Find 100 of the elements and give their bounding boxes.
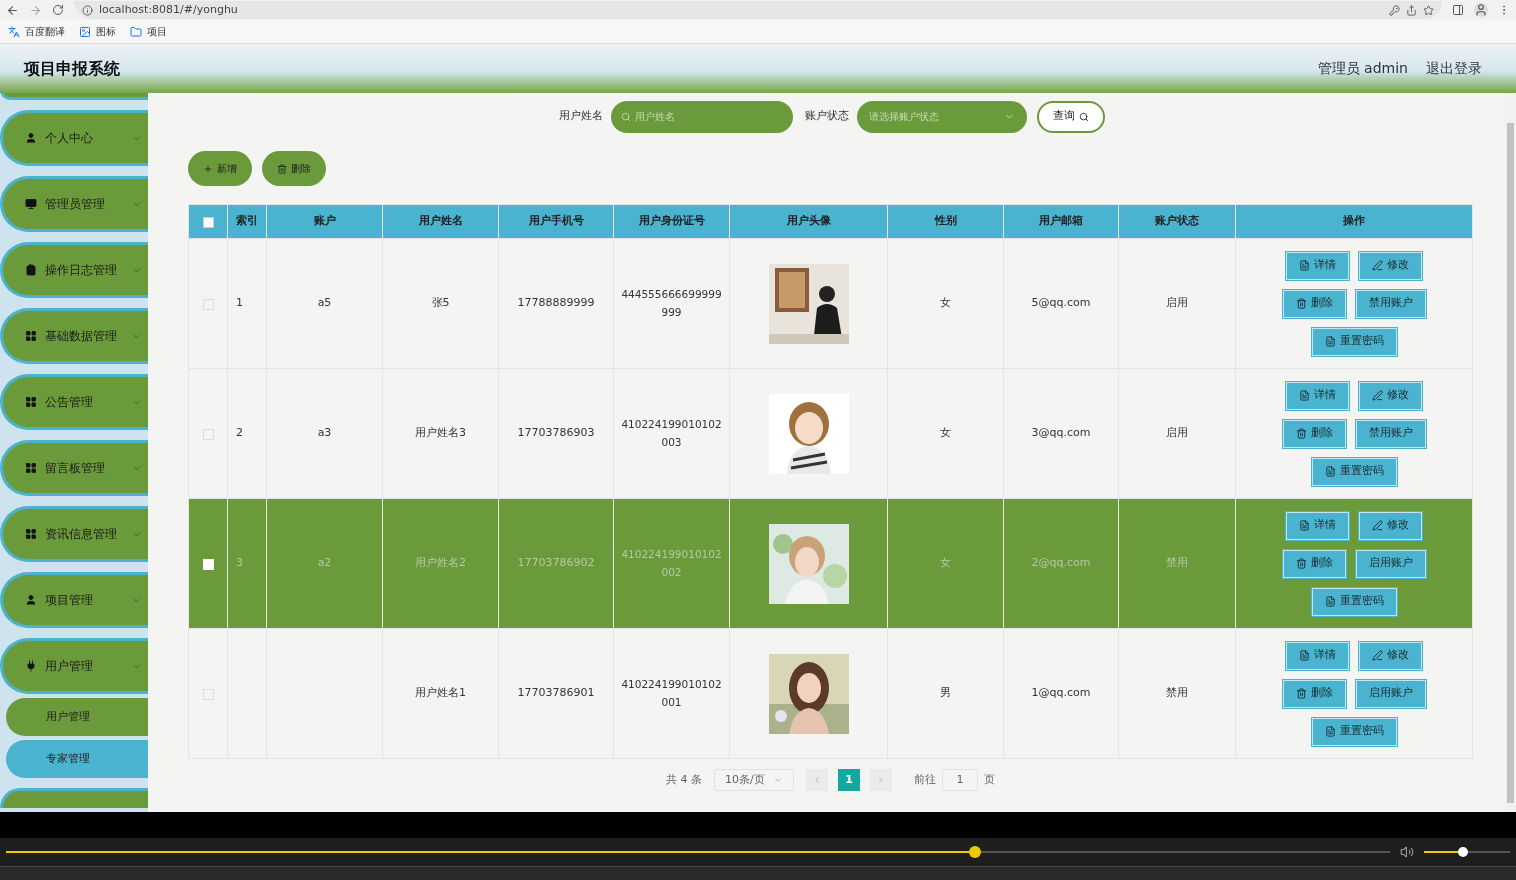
toolbar-button[interactable]: 删除 bbox=[262, 151, 326, 186]
action-button[interactable]: 修改 bbox=[1359, 381, 1422, 410]
query-button[interactable]: 查询 bbox=[1037, 100, 1105, 133]
reload-icon[interactable] bbox=[52, 4, 64, 16]
info-icon bbox=[82, 4, 93, 16]
share-icon[interactable] bbox=[1406, 4, 1417, 16]
sidebar-item[interactable]: 留言板管理 bbox=[0, 440, 148, 496]
document-icon bbox=[1324, 466, 1336, 477]
action-button[interactable]: 删除 bbox=[1282, 679, 1346, 708]
side-panel-icon[interactable] bbox=[1452, 4, 1464, 16]
table-cell: 1 bbox=[236, 296, 243, 310]
sidebar-item[interactable]: 操作日志管理 bbox=[0, 242, 148, 298]
sidebar-item[interactable]: 用户管理 bbox=[0, 638, 148, 694]
sidebar-item[interactable]: 管理员管理 bbox=[0, 176, 148, 232]
action-button[interactable]: 禁用账户 bbox=[1355, 289, 1426, 318]
sidebar-item[interactable]: 项目管理 bbox=[0, 572, 148, 628]
action-button[interactable]: 重置密码 bbox=[1311, 327, 1397, 356]
trash-icon bbox=[1295, 558, 1307, 569]
table-cell: 1@qq.com bbox=[1031, 686, 1091, 700]
field-label: 账户状态 bbox=[805, 108, 849, 125]
pen-icon bbox=[1372, 650, 1383, 661]
action-button[interactable]: 修改 bbox=[1359, 251, 1422, 280]
column-header: 用户身份证号 bbox=[613, 204, 730, 239]
table-cell: 17788889999 bbox=[517, 296, 595, 310]
table-cell: 禁用 bbox=[1166, 686, 1188, 700]
table-row[interactable]: 用户姓名1 17703786901 410224199010102001 男 1@qq.com 禁用 详情 修改 删除 启用账户 重置密码 bbox=[188, 628, 1473, 759]
sidebar-item[interactable]: 个人中心 bbox=[0, 110, 148, 166]
table-cell: 启用 bbox=[1166, 296, 1188, 310]
plus-icon bbox=[203, 163, 213, 174]
action-button[interactable]: 启用账户 bbox=[1355, 679, 1426, 708]
action-button[interactable]: 启用账户 bbox=[1355, 549, 1426, 578]
table-row[interactable]: 2 a3 用户姓名3 17703786903 410224199010102003 女 3@qq.com 启用 详情 修改 删除 禁用账户 重置密码 bbox=[188, 368, 1473, 499]
table-cell: 用户姓名1 bbox=[415, 686, 466, 700]
action-button[interactable]: 详情 bbox=[1286, 511, 1349, 540]
bookmark[interactable]: 项目 bbox=[130, 24, 167, 39]
action-button[interactable]: 重置密码 bbox=[1311, 457, 1397, 486]
action-button[interactable]: 删除 bbox=[1282, 549, 1346, 578]
table-row[interactable]: 1 a5 张5 17788889999 444555666699999999 女 5@qq.com 启用 详情 修改 删除 禁用账户 重置密码 bbox=[188, 238, 1473, 369]
action-button[interactable]: 重置密码 bbox=[1311, 717, 1397, 746]
submenu-item[interactable]: 用户管理 bbox=[6, 698, 148, 736]
bookmark[interactable]: 百度翻译 bbox=[8, 24, 65, 39]
table-cell: 3@qq.com bbox=[1031, 426, 1091, 440]
action-button[interactable]: 详情 bbox=[1286, 251, 1349, 280]
document-icon bbox=[1299, 390, 1310, 401]
chevron-left-icon bbox=[812, 775, 822, 785]
star-icon[interactable] bbox=[1423, 4, 1434, 16]
column-header: 操作 bbox=[1235, 204, 1473, 239]
table-cell: 17703786901 bbox=[517, 686, 595, 700]
sidebar-item[interactable]: 资讯信息管理 bbox=[0, 506, 148, 562]
chevron-down-icon bbox=[773, 775, 783, 785]
column-header: 用户邮箱 bbox=[1003, 204, 1119, 239]
page-size-select[interactable]: 10条/页 bbox=[714, 769, 794, 791]
table-row[interactable]: 3 a2 用户姓名2 17703786902 410224199010102002 女 2@qq.com 禁用 详情 修改 删除 启用账户 重置密码 bbox=[188, 498, 1473, 629]
volume-thumb[interactable] bbox=[1457, 847, 1468, 857]
column-header: 性别 bbox=[887, 204, 1004, 239]
table-cell-text: 410224199010102001 bbox=[620, 677, 723, 711]
goto-label: 前往 bbox=[914, 771, 936, 788]
address-bar[interactable]: localhost:8081/#/yonghu bbox=[74, 1, 1442, 19]
chevron-right-icon bbox=[876, 775, 886, 785]
table-cell: a5 bbox=[317, 296, 332, 310]
sidebar-item[interactable]: 基础数据管理 bbox=[0, 308, 148, 364]
table-cell: 张5 bbox=[431, 296, 450, 310]
field-label: 用户姓名 bbox=[559, 108, 603, 125]
action-button[interactable]: 修改 bbox=[1359, 641, 1422, 670]
volume-icon[interactable] bbox=[1400, 845, 1414, 859]
plug-icon bbox=[25, 660, 37, 672]
progress-thumb[interactable] bbox=[968, 846, 981, 858]
action-button[interactable]: 详情 bbox=[1286, 381, 1349, 410]
user-label: 管理员 admin bbox=[1317, 59, 1408, 78]
submenu-item[interactable]: 专家管理 bbox=[6, 740, 148, 778]
table-cell: 3 bbox=[236, 556, 243, 570]
total-count: 共 4 条 bbox=[666, 771, 702, 788]
action-button[interactable]: 修改 bbox=[1359, 511, 1422, 540]
action-button[interactable]: 删除 bbox=[1282, 419, 1346, 448]
document-icon bbox=[1324, 726, 1336, 737]
action-button[interactable]: 禁用账户 bbox=[1355, 419, 1426, 448]
key-icon[interactable] bbox=[1389, 4, 1400, 16]
column-header: 账户状态 bbox=[1118, 204, 1236, 239]
image-icon bbox=[79, 25, 91, 38]
table-cell: 5@qq.com bbox=[1031, 296, 1091, 310]
pen-icon bbox=[1372, 520, 1383, 531]
toolbar-button[interactable]: 新增 bbox=[188, 151, 252, 186]
action-button[interactable]: 详情 bbox=[1286, 641, 1349, 670]
goto-page-field[interactable]: 1 bbox=[942, 769, 978, 791]
sidebar-item[interactable]: 公告管理 bbox=[0, 374, 148, 430]
action-button[interactable]: 重置密码 bbox=[1311, 587, 1397, 616]
logout-link[interactable]: 退出登录 bbox=[1426, 58, 1482, 79]
document-icon bbox=[1299, 520, 1310, 531]
trash-icon bbox=[1295, 298, 1307, 309]
table-cell: 禁用 bbox=[1166, 556, 1188, 570]
document-icon bbox=[1299, 650, 1310, 661]
bookmark[interactable]: 图标 bbox=[79, 24, 116, 39]
back-icon[interactable] bbox=[6, 3, 19, 17]
table-cell: 女 bbox=[940, 556, 951, 570]
select-all-checkbox[interactable] bbox=[202, 216, 214, 228]
pen-icon bbox=[1372, 260, 1383, 271]
profile-icon[interactable] bbox=[1474, 3, 1488, 17]
table-cell: 用户姓名2 bbox=[415, 556, 466, 570]
grid-icon bbox=[25, 396, 37, 408]
action-button[interactable]: 删除 bbox=[1282, 289, 1346, 318]
